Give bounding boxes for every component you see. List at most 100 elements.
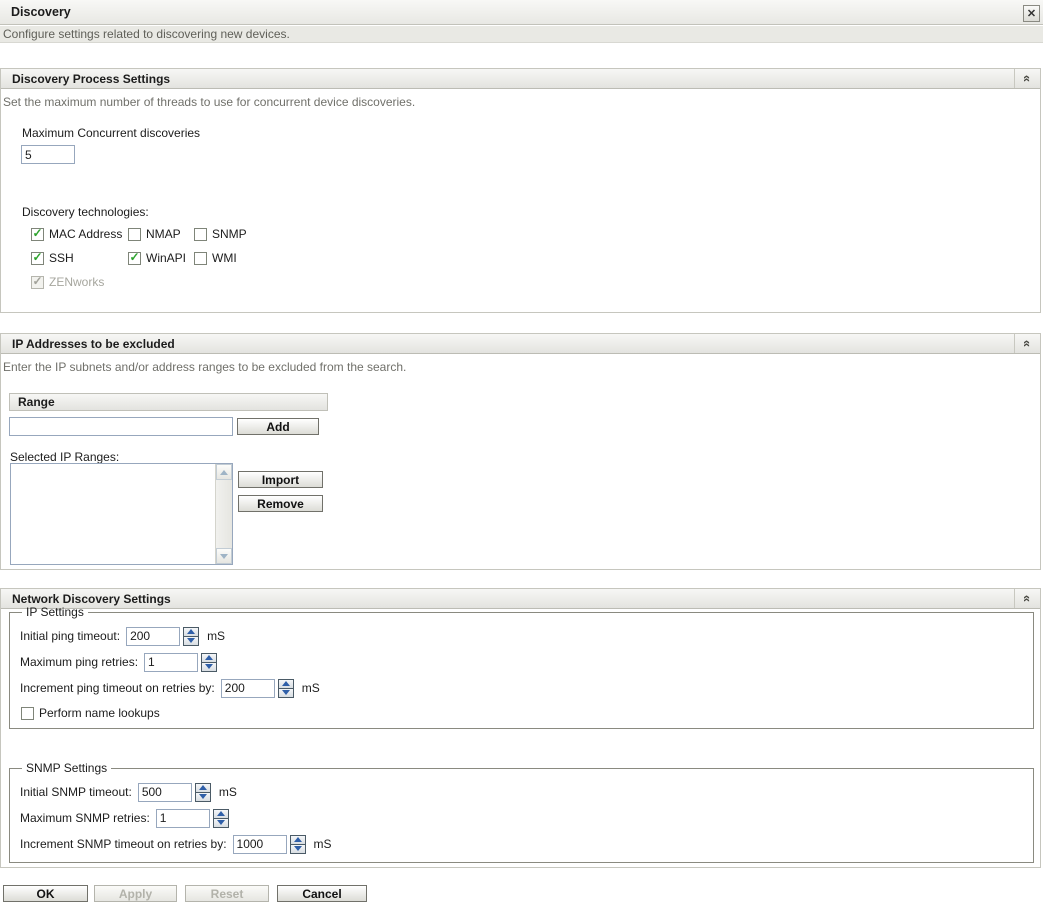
- checkbox-box[interactable]: ✓: [31, 226, 44, 241]
- panel-header: IP Addresses to be excluded «: [1, 334, 1040, 354]
- spinner: [201, 652, 218, 672]
- collapse-button[interactable]: «: [1014, 334, 1040, 353]
- increment-snmp-timeout-row: Increment SNMP timeout on retries by: mS: [20, 831, 1033, 857]
- collapse-chevron-icon: «: [1019, 339, 1035, 348]
- initial-snmp-timeout-input[interactable]: [137, 782, 192, 802]
- max-concurrent-label: Maximum Concurrent discoveries: [22, 126, 201, 140]
- unit-label: mS: [301, 681, 320, 695]
- increment-ping-timeout-input[interactable]: [220, 678, 275, 698]
- checkbox-box[interactable]: ✓: [128, 250, 141, 265]
- checkbox-perform-name-lookups[interactable]: ✓ Perform name lookups: [21, 706, 160, 720]
- spinner-down-button[interactable]: [183, 635, 200, 646]
- collapse-chevron-icon: «: [1019, 74, 1035, 83]
- up-arrow-icon: [198, 785, 207, 790]
- page-title: Discovery: [11, 5, 71, 19]
- field-label: Increment SNMP timeout on retries by:: [20, 837, 227, 851]
- checkbox-label: NMAP: [146, 227, 181, 241]
- spinner-down-button[interactable]: [212, 817, 229, 828]
- remove-button[interactable]: Remove: [238, 495, 323, 512]
- initial-snmp-timeout-row: Initial SNMP timeout: mS: [20, 779, 1033, 805]
- ok-button[interactable]: OK: [3, 885, 88, 902]
- range-input[interactable]: [9, 417, 233, 436]
- down-arrow-icon: [216, 820, 225, 825]
- add-button[interactable]: Add: [237, 418, 319, 435]
- spinner-down-button[interactable]: [277, 687, 294, 698]
- unit-label: mS: [207, 629, 226, 643]
- checkbox-box[interactable]: ✓: [128, 227, 141, 241]
- increment-snmp-timeout-input[interactable]: [232, 834, 287, 854]
- field-label: Initial SNMP timeout:: [20, 785, 132, 799]
- perform-name-lookups-row: ✓ Perform name lookups: [21, 701, 1033, 725]
- checkbox-label: ZENworks: [49, 275, 105, 289]
- close-button[interactable]: ✕: [1023, 5, 1040, 22]
- checkbox-label: SSH: [49, 251, 74, 265]
- initial-ping-timeout-input[interactable]: [126, 626, 181, 646]
- dialog-title-bar: Discovery: [0, 0, 1043, 25]
- spinner: [289, 834, 306, 854]
- scroll-down-button[interactable]: [216, 548, 232, 564]
- check-icon: ✓: [129, 250, 140, 264]
- increment-ping-timeout-row: Increment ping timeout on retries by: mS: [20, 675, 1033, 701]
- checkbox-zenworks: ✓ ZENworks: [31, 275, 128, 289]
- checkbox-ssh[interactable]: ✓ SSH: [31, 251, 128, 265]
- up-arrow-icon: [293, 837, 302, 842]
- maximum-ping-retries-row: Maximum ping retries:: [20, 649, 1033, 675]
- apply-button: Apply: [94, 885, 177, 902]
- field-label: Maximum SNMP retries:: [20, 811, 150, 825]
- spinner: [194, 782, 211, 802]
- panel-title: Network Discovery Settings: [12, 591, 171, 606]
- max-concurrent-input[interactable]: [21, 145, 75, 164]
- scroll-up-button[interactable]: [216, 464, 232, 480]
- selected-ip-ranges-listbox[interactable]: [10, 463, 233, 565]
- checkbox-label: WinAPI: [146, 251, 187, 265]
- checkbox-label: SNMP: [212, 227, 247, 241]
- up-arrow-icon: [187, 629, 196, 634]
- checkbox-box[interactable]: ✓: [194, 227, 207, 241]
- range-header-label: Range: [18, 395, 55, 409]
- maximum-snmp-retries-input[interactable]: [155, 808, 210, 828]
- maximum-ping-retries-input[interactable]: [144, 652, 199, 672]
- checkbox-nmap[interactable]: ✓ NMAP: [128, 227, 194, 241]
- cancel-button[interactable]: Cancel: [277, 885, 367, 902]
- initial-ping-timeout-row: Initial ping timeout: mS: [20, 623, 1033, 649]
- checkbox-label: Perform name lookups: [39, 706, 160, 720]
- field-label: Initial ping timeout:: [20, 629, 121, 643]
- panel-title: Discovery Process Settings: [12, 71, 171, 86]
- checkbox-box[interactable]: ✓: [21, 706, 34, 720]
- spinner: [183, 626, 200, 646]
- checkbox-box[interactable]: ✓: [194, 251, 207, 265]
- check-icon: ✓: [32, 226, 43, 240]
- up-arrow-icon: [281, 681, 290, 686]
- collapse-button[interactable]: «: [1014, 69, 1040, 88]
- spinner: [277, 678, 294, 698]
- spinner-down-button[interactable]: [289, 843, 306, 854]
- cancel-button-label: Cancel: [302, 886, 342, 901]
- ip-settings-fieldset: IP Settings Initial ping timeout: mS Max…: [9, 605, 1034, 729]
- down-arrow-icon: [281, 690, 290, 695]
- checkbox-winapi[interactable]: ✓ WinAPI: [128, 251, 194, 265]
- import-button[interactable]: Import: [238, 471, 323, 488]
- up-arrow-icon: [205, 655, 214, 660]
- check-icon: ✓: [32, 274, 43, 288]
- checkbox-box[interactable]: ✓: [31, 251, 44, 265]
- checkbox-mac-address[interactable]: ✓ MAC Address: [31, 227, 128, 241]
- collapse-chevron-icon: «: [1019, 594, 1035, 603]
- technology-checkbox-grid: ✓ MAC Address ✓ NMAP ✓ SNMP ✓ SSH ✓ WinA…: [31, 227, 284, 289]
- panel-header: Discovery Process Settings «: [1, 69, 1040, 89]
- checkbox-snmp[interactable]: ✓ SNMP: [194, 227, 284, 241]
- checkbox-label: WMI: [212, 251, 237, 265]
- maximum-snmp-retries-row: Maximum SNMP retries:: [20, 805, 1033, 831]
- listbox-items[interactable]: [11, 464, 215, 564]
- scroll-up-icon: [220, 469, 228, 475]
- checkbox-label: MAC Address: [49, 227, 123, 241]
- listbox-scrollbar[interactable]: [215, 464, 232, 564]
- snmp-settings-legend: SNMP Settings: [26, 761, 108, 775]
- ip-settings-legend: IP Settings: [26, 605, 84, 619]
- dialog-subtitle-bar: Configure settings related to discoverin…: [0, 26, 1043, 43]
- checkbox-wmi[interactable]: ✓ WMI: [194, 251, 284, 265]
- close-icon: ✕: [1026, 8, 1037, 20]
- spinner-down-button[interactable]: [201, 661, 218, 672]
- down-arrow-icon: [198, 794, 207, 799]
- spinner-down-button[interactable]: [194, 791, 211, 802]
- ok-button-label: OK: [36, 886, 55, 901]
